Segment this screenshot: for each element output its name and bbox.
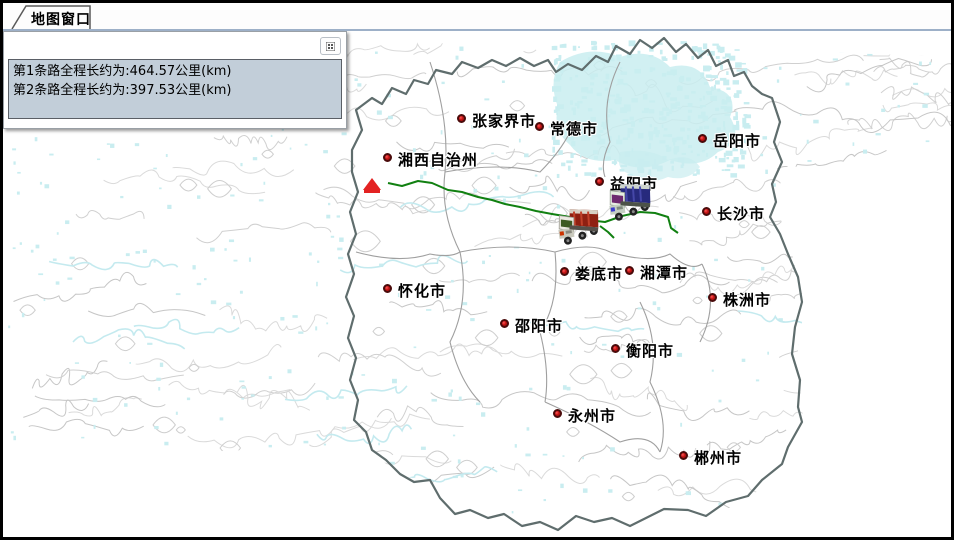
map-canvas[interactable]: 湘西自治州张家界市常德市岳阳市益阳市长沙市娄底市湘潭市株洲市怀化市邵阳市衡阳市永… (3, 29, 951, 537)
city-label: 娄底市 (575, 263, 623, 284)
city-marker (383, 153, 392, 162)
truck-blue-icon (606, 179, 654, 225)
app-window: 地图窗口 (0, 0, 954, 540)
panel-close-button[interactable] (320, 37, 341, 55)
tab-map-window[interactable]: 地图窗口 (11, 5, 91, 29)
route-2-length: 第2条路全程长约为:397.53公里(km) (13, 81, 337, 100)
city-marker (457, 114, 466, 123)
city-label: 株洲市 (723, 289, 771, 310)
tab-label: 地图窗口 (31, 9, 91, 29)
route-length-text: 第1条路全程长约为:464.57公里(km) 第2条路全程长约为:397.53公… (8, 59, 342, 119)
city-marker (698, 134, 707, 143)
tab-bar: 地图窗口 (3, 3, 951, 29)
city-label: 岳阳市 (713, 130, 761, 151)
city-marker (500, 319, 509, 328)
city-marker (611, 344, 620, 353)
route-info-panel: 第1条路全程长约为:464.57公里(km) 第2条路全程长约为:397.53公… (3, 31, 347, 129)
city-marker (535, 122, 544, 131)
city-label: 湘西自治州 (398, 149, 478, 170)
city-marker (702, 207, 711, 216)
city-marker (383, 284, 392, 293)
city-marker (708, 293, 717, 302)
city-marker (625, 266, 634, 275)
city-label: 长沙市 (717, 203, 765, 224)
route-1-length: 第1条路全程长约为:464.57公里(km) (13, 62, 337, 81)
city-marker (560, 267, 569, 276)
city-label: 常德市 (550, 118, 598, 139)
city-marker (595, 177, 604, 186)
city-label: 怀化市 (398, 280, 446, 301)
route-start-triangle-icon (363, 178, 381, 193)
city-label: 邵阳市 (515, 315, 563, 336)
window-body: 地图窗口 (3, 3, 951, 537)
city-label: 张家界市 (472, 110, 536, 131)
city-marker (679, 451, 688, 460)
close-icon (326, 42, 335, 51)
city-label: 永州市 (568, 405, 616, 426)
city-label: 衡阳市 (626, 340, 674, 361)
city-marker (553, 409, 562, 418)
city-label: 郴州市 (694, 447, 742, 468)
city-label: 湘潭市 (640, 262, 688, 283)
truck-red-icon (556, 204, 602, 248)
